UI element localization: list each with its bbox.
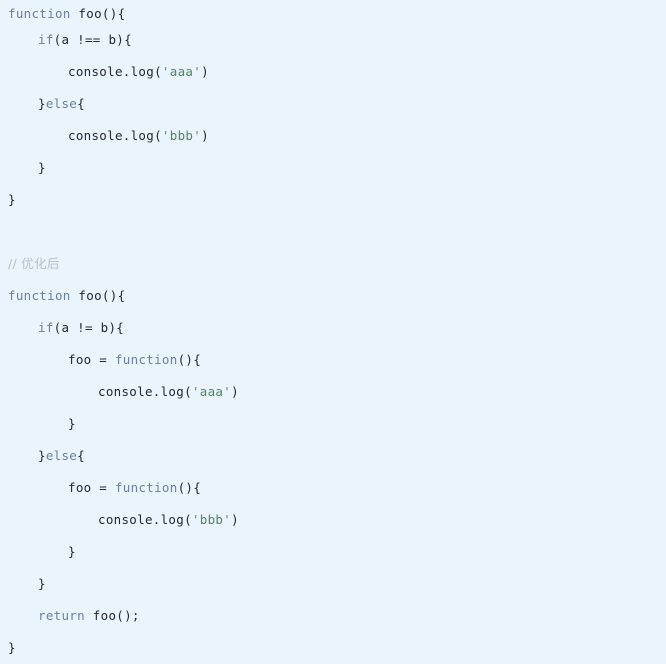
code-token-def: foo =: [68, 480, 115, 495]
code-line: if(a != b){: [0, 312, 666, 344]
code-token-def: console.log(: [68, 64, 162, 79]
code-token-def: foo(){: [70, 288, 126, 303]
code-token-punc: }: [68, 544, 76, 559]
code-token-q: ': [193, 64, 202, 79]
code-line: }: [0, 632, 666, 664]
code-token-punc: }: [8, 192, 16, 207]
code-token-def: foo();: [84, 608, 140, 623]
code-token-q: ': [223, 384, 232, 399]
code-line: console.log('bbb'): [0, 504, 666, 536]
code-line: }: [0, 408, 666, 440]
code-token-punc: (a: [53, 32, 78, 47]
code-token-def: ): [201, 64, 209, 79]
code-token-q: ': [161, 64, 170, 79]
code-token-punc: b){: [100, 32, 132, 47]
code-token-punc: }: [38, 96, 46, 111]
code-line: return foo();: [0, 600, 666, 632]
code-token-q: ': [191, 384, 200, 399]
code-token-punc: (a: [53, 320, 78, 335]
code-token-kw: function: [114, 480, 178, 495]
code-line: }: [0, 184, 666, 216]
code-line: console.log('bbb'): [0, 120, 666, 152]
code-token-punc: {: [77, 448, 85, 463]
code-line: if(a !== b){: [0, 24, 666, 56]
code-token-def: console.log(: [98, 384, 192, 399]
code-line: foo = function(){: [0, 472, 666, 504]
code-token-punc: }: [38, 160, 46, 175]
code-token-q: ': [161, 128, 170, 143]
code-token-def: console.log(: [68, 128, 162, 143]
code-token-op: !==: [77, 32, 101, 47]
code-token-op: !=: [77, 320, 93, 335]
code-token-def: foo(){: [70, 6, 126, 21]
code-token-def: console.log(: [98, 512, 192, 527]
code-token-def: foo =: [68, 352, 115, 367]
code-token-punc: (){: [177, 480, 202, 495]
code-line: }: [0, 536, 666, 568]
code-token-punc: }: [38, 448, 46, 463]
code-token-kw: if: [38, 320, 54, 335]
code-token-cmt: // 优化后: [8, 256, 60, 271]
code-token-str: bbb: [199, 512, 224, 527]
code-token-punc: }: [38, 576, 46, 591]
code-token-q: ': [223, 512, 232, 527]
code-token-punc: (){: [177, 352, 202, 367]
code-token-q: ': [193, 128, 202, 143]
code-token-punc: b){: [92, 320, 125, 335]
code-line: function foo(){: [0, 280, 666, 312]
code-line: console.log('aaa'): [0, 376, 666, 408]
code-token-def: ): [231, 384, 239, 399]
code-token-kw: function: [8, 288, 71, 303]
code-token-punc: }: [68, 416, 76, 431]
code-line: }: [0, 152, 666, 184]
code-line: foo = function(){: [0, 344, 666, 376]
code-line: // 优化后: [0, 248, 666, 280]
code-token-kw: else: [45, 448, 78, 463]
code-token-str: aaa: [199, 384, 224, 399]
code-token-kw: if: [38, 32, 54, 47]
code-token-str: aaa: [169, 64, 194, 79]
code-line: }else{: [0, 440, 666, 472]
code-token-kw: function: [114, 352, 178, 367]
code-line: }: [0, 568, 666, 600]
code-token-str: bbb: [169, 128, 194, 143]
code-line: function foo(){: [0, 0, 666, 24]
code-line: console.log('aaa'): [0, 56, 666, 88]
code-line: }else{: [0, 88, 666, 120]
code-token-punc: }: [8, 640, 16, 655]
code-token-def: ): [231, 512, 239, 527]
code-block[interactable]: function foo(){if(a !== b){console.log('…: [0, 0, 666, 658]
code-token-q: ': [191, 512, 200, 527]
code-token-kw: function: [8, 6, 71, 21]
code-token-punc: {: [77, 96, 85, 111]
code-token-kw: else: [45, 96, 78, 111]
code-token-def: ): [201, 128, 209, 143]
code-token-kw: return: [38, 608, 85, 623]
